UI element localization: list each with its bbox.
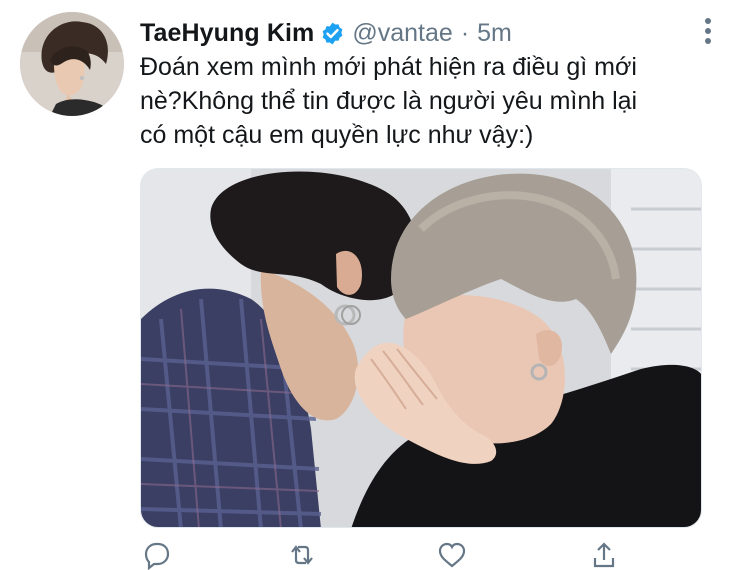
photo-image: [141, 169, 701, 527]
tweet-actions: [140, 540, 640, 570]
more-options-icon[interactable]: [698, 16, 718, 46]
verified-badge-icon: [320, 21, 345, 46]
author-handle[interactable]: @vantae: [352, 19, 452, 48]
share-icon[interactable]: [588, 540, 620, 570]
tweet-timestamp[interactable]: 5m: [477, 19, 512, 48]
like-icon[interactable]: [436, 540, 468, 570]
tweet[interactable]: TaeHyung Kim @vantae · 5m Đoán xem mình …: [0, 0, 750, 570]
avatar[interactable]: [20, 12, 124, 116]
tweet-photo[interactable]: [140, 168, 702, 528]
retweet-icon[interactable]: [286, 540, 318, 570]
avatar-image: [20, 12, 124, 116]
separator-dot: ·: [460, 18, 470, 47]
tweet-header: TaeHyung Kim @vantae · 5m: [140, 14, 512, 52]
reply-icon[interactable]: [140, 540, 172, 570]
author-display-name[interactable]: TaeHyung Kim: [140, 19, 314, 48]
tweet-text: Đoán xem mình mới phát hiện ra điều gì m…: [140, 53, 638, 149]
